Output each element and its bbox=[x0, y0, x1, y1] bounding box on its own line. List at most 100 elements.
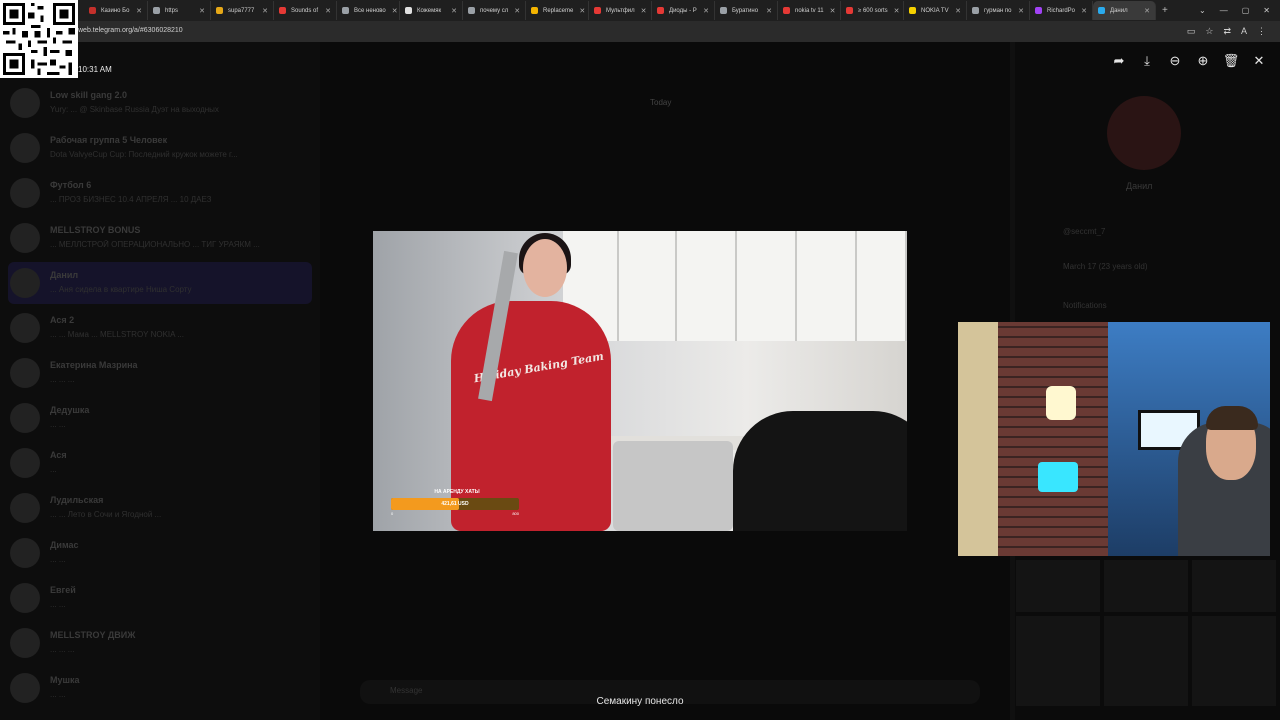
chat-list-item[interactable]: Лудильская ... ... Лето в Сочи и Ягодной … bbox=[8, 487, 312, 529]
day-label: Today bbox=[650, 98, 672, 107]
avatar bbox=[10, 538, 40, 568]
avatar bbox=[10, 268, 40, 298]
chat-list-item[interactable]: Футбол 6 ... ПРОЗ БИЗНЕС 10.4 АПРЕЛЯ ... … bbox=[8, 172, 312, 214]
browser-tab[interactable]: ≥ 600 sorts ✕ bbox=[841, 1, 904, 20]
profile-name: Данил bbox=[1126, 181, 1153, 191]
tab-close-icon[interactable]: ✕ bbox=[949, 7, 961, 15]
browser-tab[interactable]: nokia tv 11 ✕ bbox=[778, 1, 841, 20]
browser-tab[interactable]: гурман по ✕ bbox=[967, 1, 1030, 20]
tab-close-icon[interactable]: ✕ bbox=[888, 7, 900, 15]
tab-close-icon[interactable]: ✕ bbox=[824, 7, 836, 15]
close-icon[interactable]: ✕ bbox=[1250, 52, 1268, 70]
browser-tab[interactable]: Sounds of ✕ bbox=[274, 1, 337, 20]
browser-tab[interactable]: Буратино ✕ bbox=[715, 1, 778, 20]
tab-favicon-icon bbox=[657, 7, 664, 14]
menu-icon[interactable]: ⋮ bbox=[1257, 26, 1266, 37]
tab-search-icon[interactable]: ⌄ bbox=[1199, 6, 1206, 15]
address-bar[interactable]: web.telegram.org/a/#6306028210 ▭ ☆ ⇄ A ⋮ bbox=[0, 21, 1280, 42]
chat-preview: ... ... bbox=[50, 555, 66, 564]
chat-list-item[interactable]: Евгей ... ... bbox=[8, 577, 312, 619]
tab-close-icon[interactable]: ✕ bbox=[635, 7, 647, 15]
tab-close-icon[interactable]: ✕ bbox=[697, 7, 709, 15]
translate-icon[interactable]: A bbox=[1241, 26, 1247, 37]
chat-name: Димас bbox=[50, 540, 79, 550]
donation-max: 800 bbox=[512, 511, 519, 516]
tab-label: NOKIA TV bbox=[921, 7, 949, 14]
media-thumb bbox=[1192, 616, 1276, 706]
tab-close-icon[interactable]: ✕ bbox=[760, 7, 772, 15]
avatar bbox=[10, 628, 40, 658]
chat-list-item[interactable]: Low skill gang 2.0 Yury: ... @ Skinbase R… bbox=[8, 82, 312, 124]
url-text[interactable]: web.telegram.org/a/#6306028210 bbox=[78, 27, 183, 34]
profile-notifications[interactable]: Notifications bbox=[1063, 301, 1107, 310]
tab-close-icon[interactable]: ✕ bbox=[1138, 7, 1150, 15]
browser-tab[interactable]: supa7777 ✕ bbox=[211, 1, 274, 20]
chat-name: Ася 2 bbox=[50, 315, 75, 325]
chat-list-item[interactable]: Екатерина Мазрина ... ... ... bbox=[8, 352, 312, 394]
browser-tab[interactable]: Диоды - Р ✕ bbox=[652, 1, 715, 20]
download-icon[interactable]: ⤓ bbox=[1138, 52, 1156, 70]
chat-list-item[interactable]: Ася 2 ... ... Мама ... MELLSTROY NOKIA ..… bbox=[8, 307, 312, 349]
tab-label: nokia tv 11 bbox=[795, 7, 824, 14]
tab-close-icon[interactable]: ✕ bbox=[319, 7, 331, 15]
tab-close-icon[interactable]: ✕ bbox=[1075, 7, 1087, 15]
chat-list-item[interactable]: MELLSTROY BONUS ... МЕЛЛСТРОЙ ОПЕРАЦИОНАЛ… bbox=[8, 217, 312, 259]
tab-close-icon[interactable]: ✕ bbox=[130, 7, 142, 15]
stream-video[interactable]: Holiday Baking Team НА АРЕНДУ ХАТЫ 421,6… bbox=[373, 231, 907, 531]
chat-list-item[interactable]: Димас ... ... bbox=[8, 532, 312, 574]
tab-close-icon[interactable]: ✕ bbox=[256, 7, 268, 15]
close-window-icon[interactable]: ✕ bbox=[1263, 6, 1270, 15]
browser-tab[interactable]: Кожемяк ✕ bbox=[400, 1, 463, 20]
clock: 10:31 AM bbox=[78, 65, 112, 74]
browser-tab-strip: Казино Бо ✕ https ✕ supa7777 ✕ Sounds of ✕ Все н… bbox=[0, 0, 1280, 21]
chat-list-item[interactable]: Ася... bbox=[8, 442, 312, 484]
tab-label: Все неново bbox=[354, 7, 386, 14]
browser-tab[interactable]: NOKIA TV ✕ bbox=[904, 1, 967, 20]
browser-tab[interactable]: https ✕ bbox=[148, 1, 211, 20]
browser-tab[interactable]: Replaceme ✕ bbox=[526, 1, 589, 20]
tab-label: Казино Бо bbox=[101, 7, 130, 14]
tab-close-icon[interactable]: ✕ bbox=[573, 7, 585, 15]
tab-favicon-icon bbox=[216, 7, 223, 14]
tab-label: Replaceme bbox=[543, 7, 574, 14]
maximize-icon[interactable]: ▢ bbox=[1242, 6, 1250, 15]
forward-icon[interactable]: ➦ bbox=[1110, 52, 1128, 70]
chat-name: Футбол 6 bbox=[50, 180, 92, 190]
browser-tab[interactable]: RichardPo ✕ bbox=[1030, 1, 1093, 20]
tab-label: ≥ 600 sorts bbox=[858, 7, 888, 14]
chat-list-item[interactable]: Дедушка ... ... bbox=[8, 397, 312, 439]
tab-close-icon[interactable]: ✕ bbox=[193, 7, 205, 15]
browser-tab[interactable]: почему сл ✕ bbox=[463, 1, 526, 20]
extension-icon[interactable]: ⇄ bbox=[1223, 26, 1231, 37]
profile-username: @seccmt_7 bbox=[1063, 227, 1106, 236]
chat-list-item[interactable]: MELLSTROY ДВИЖ ... ... ... bbox=[8, 622, 312, 664]
chat-list-item[interactable]: Рабочая группа 5 Человек Dota ValvyeCup C… bbox=[8, 127, 312, 169]
chat-list: Low skill gang 2.0 Yury: ... @ Skinbase R… bbox=[0, 42, 320, 720]
tab-favicon-icon bbox=[909, 7, 916, 14]
cast-icon[interactable]: ▭ bbox=[1187, 26, 1196, 37]
chat-list-item[interactable]: Данил ... Аня сидела в квартире Ниша Сорт… bbox=[8, 262, 312, 304]
donation-progress-bar: 421,61 USD bbox=[391, 498, 519, 510]
tab-favicon-icon bbox=[279, 7, 286, 14]
browser-tab[interactable]: Казино Бо ✕ bbox=[84, 1, 148, 20]
tab-close-icon[interactable]: ✕ bbox=[386, 7, 398, 15]
window-controls: ⌄ — ▢ ✕ bbox=[1199, 0, 1280, 21]
zoom-in-icon[interactable]: ⊕ bbox=[1194, 52, 1212, 70]
delete-icon[interactable]: 🗑 bbox=[1222, 52, 1240, 70]
browser-tab[interactable]: Данил ✕ bbox=[1093, 1, 1156, 20]
media-thumb bbox=[1104, 616, 1188, 706]
chat-preview: Dota ValvyeCup Cup: Последний кружок мож… bbox=[50, 150, 238, 159]
tab-label: Кожемяк bbox=[417, 7, 442, 14]
tab-close-icon[interactable]: ✕ bbox=[508, 7, 520, 15]
new-tab-button[interactable]: + bbox=[1162, 5, 1168, 16]
tab-close-icon[interactable]: ✕ bbox=[1012, 7, 1024, 15]
browser-tab[interactable]: Все неново ✕ bbox=[337, 1, 400, 20]
zoom-out-icon[interactable]: ⊖ bbox=[1166, 52, 1184, 70]
browser-tab[interactable]: Мультфил ✕ bbox=[589, 1, 652, 20]
bookmark-star-icon[interactable]: ☆ bbox=[1205, 26, 1213, 37]
tab-close-icon[interactable]: ✕ bbox=[445, 7, 457, 15]
chat-name: MELLSTROY BONUS bbox=[50, 225, 141, 235]
donation-amount: 421,61 USD bbox=[441, 501, 469, 507]
minimize-icon[interactable]: — bbox=[1220, 6, 1228, 15]
avatar bbox=[10, 493, 40, 523]
